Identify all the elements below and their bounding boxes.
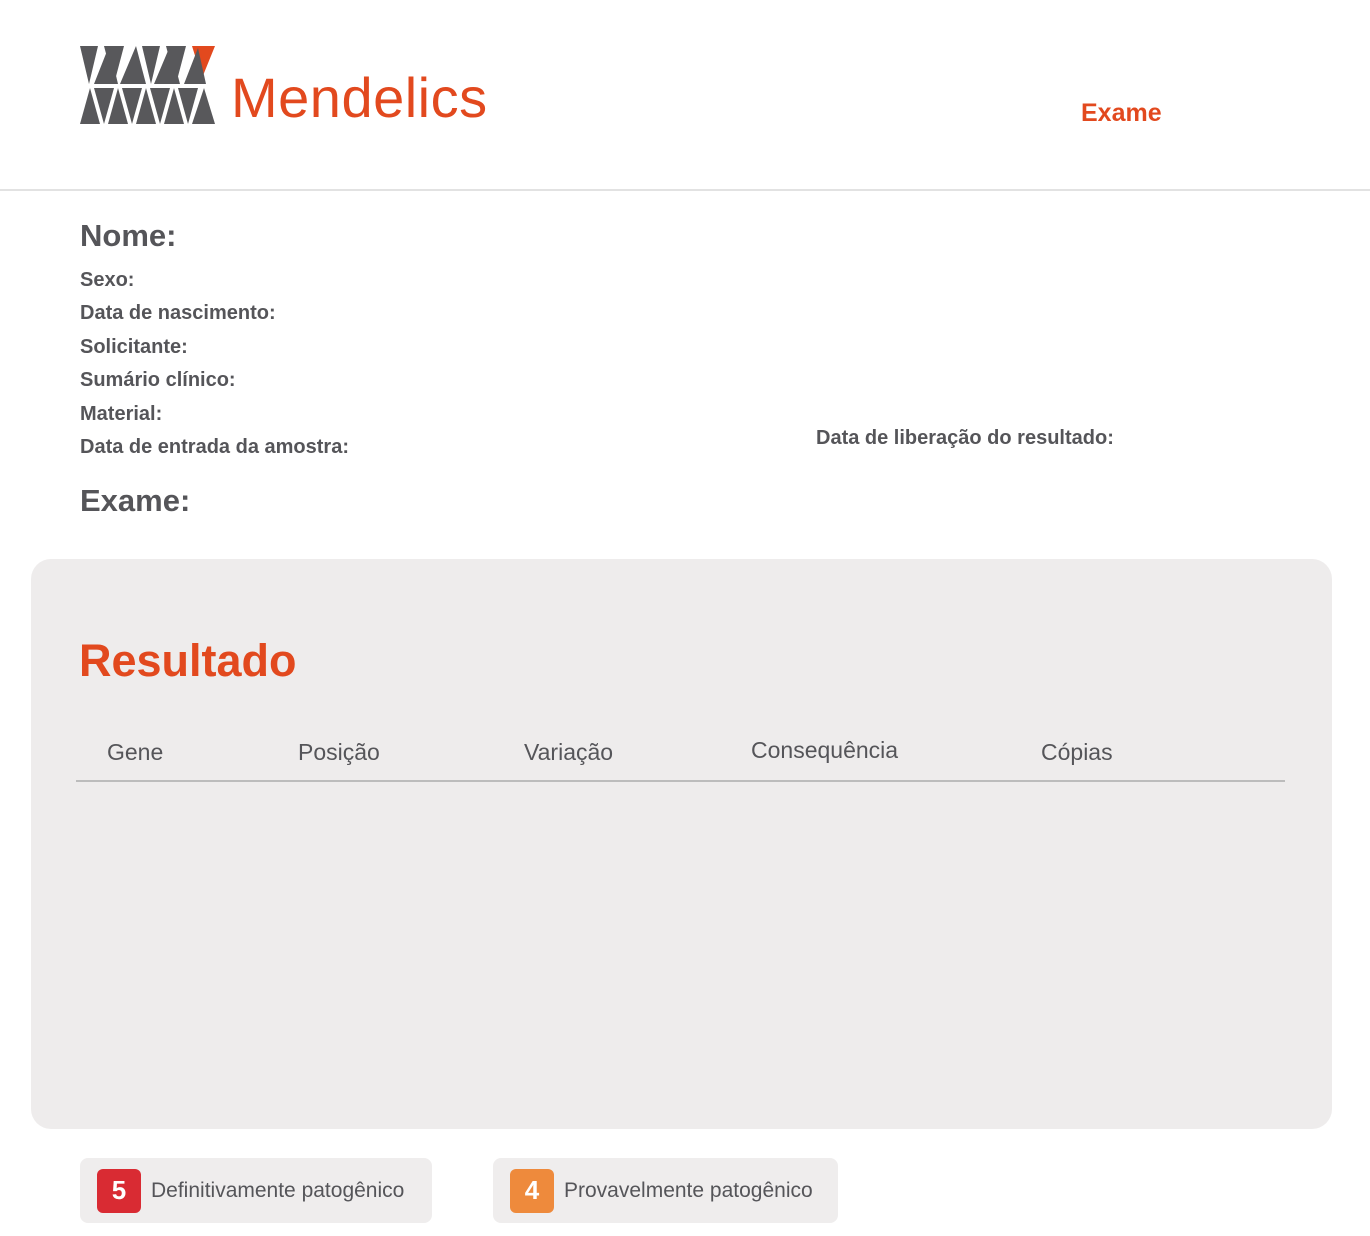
name-label: Nome: (80, 218, 177, 253)
sex-label: Sexo: (80, 269, 135, 291)
column-consequence: Consequência (751, 737, 899, 763)
legend-definitely-pathogenic: 5 Definitivamente patogênico (80, 1158, 432, 1223)
page-header: Mendelics Exame (0, 0, 1370, 191)
legend-label: Definitivamente patogênico (151, 1178, 405, 1202)
column-position: Posição (298, 739, 380, 765)
column-variation: Variação (524, 739, 614, 765)
classification-badge: 4 (510, 1168, 554, 1213)
result-title: Resultado (79, 635, 297, 686)
exam-label: Exame: (80, 483, 191, 518)
column-copies: Cópias (1041, 739, 1113, 765)
legend-probably-pathogenic: 4 Provavelmente patogênico (493, 1158, 838, 1223)
birth-date-label: Data de nascimento: (80, 302, 276, 325)
requester-label: Solicitante: (80, 335, 188, 358)
mendelics-logo[interactable]: Mendelics (80, 46, 488, 129)
result-table-header: Gene Posição Variação Consequência Cópia… (76, 727, 1285, 782)
brand-name: Mendelics (231, 66, 488, 129)
material-label: Material: (80, 402, 163, 425)
clinical-summary-label: Sumário clínico: (80, 369, 236, 392)
logo-mark-icon (80, 46, 215, 124)
result-panel: Resultado Gene Posição Variação Consequê… (31, 559, 1332, 1129)
exam-link[interactable]: Exame (1081, 99, 1162, 128)
sample-entry-date-label: Data de entrada da amostra: (80, 435, 349, 458)
column-gene: Gene (107, 739, 164, 765)
patient-info: Nome: Sexo: Data de nascimento: Solicita… (80, 218, 349, 464)
release-date-label: Data de liberação do resultado: (816, 427, 1114, 449)
classification-badge: 5 (97, 1168, 141, 1213)
legend-label: Provavelmente patogênico (564, 1178, 813, 1202)
